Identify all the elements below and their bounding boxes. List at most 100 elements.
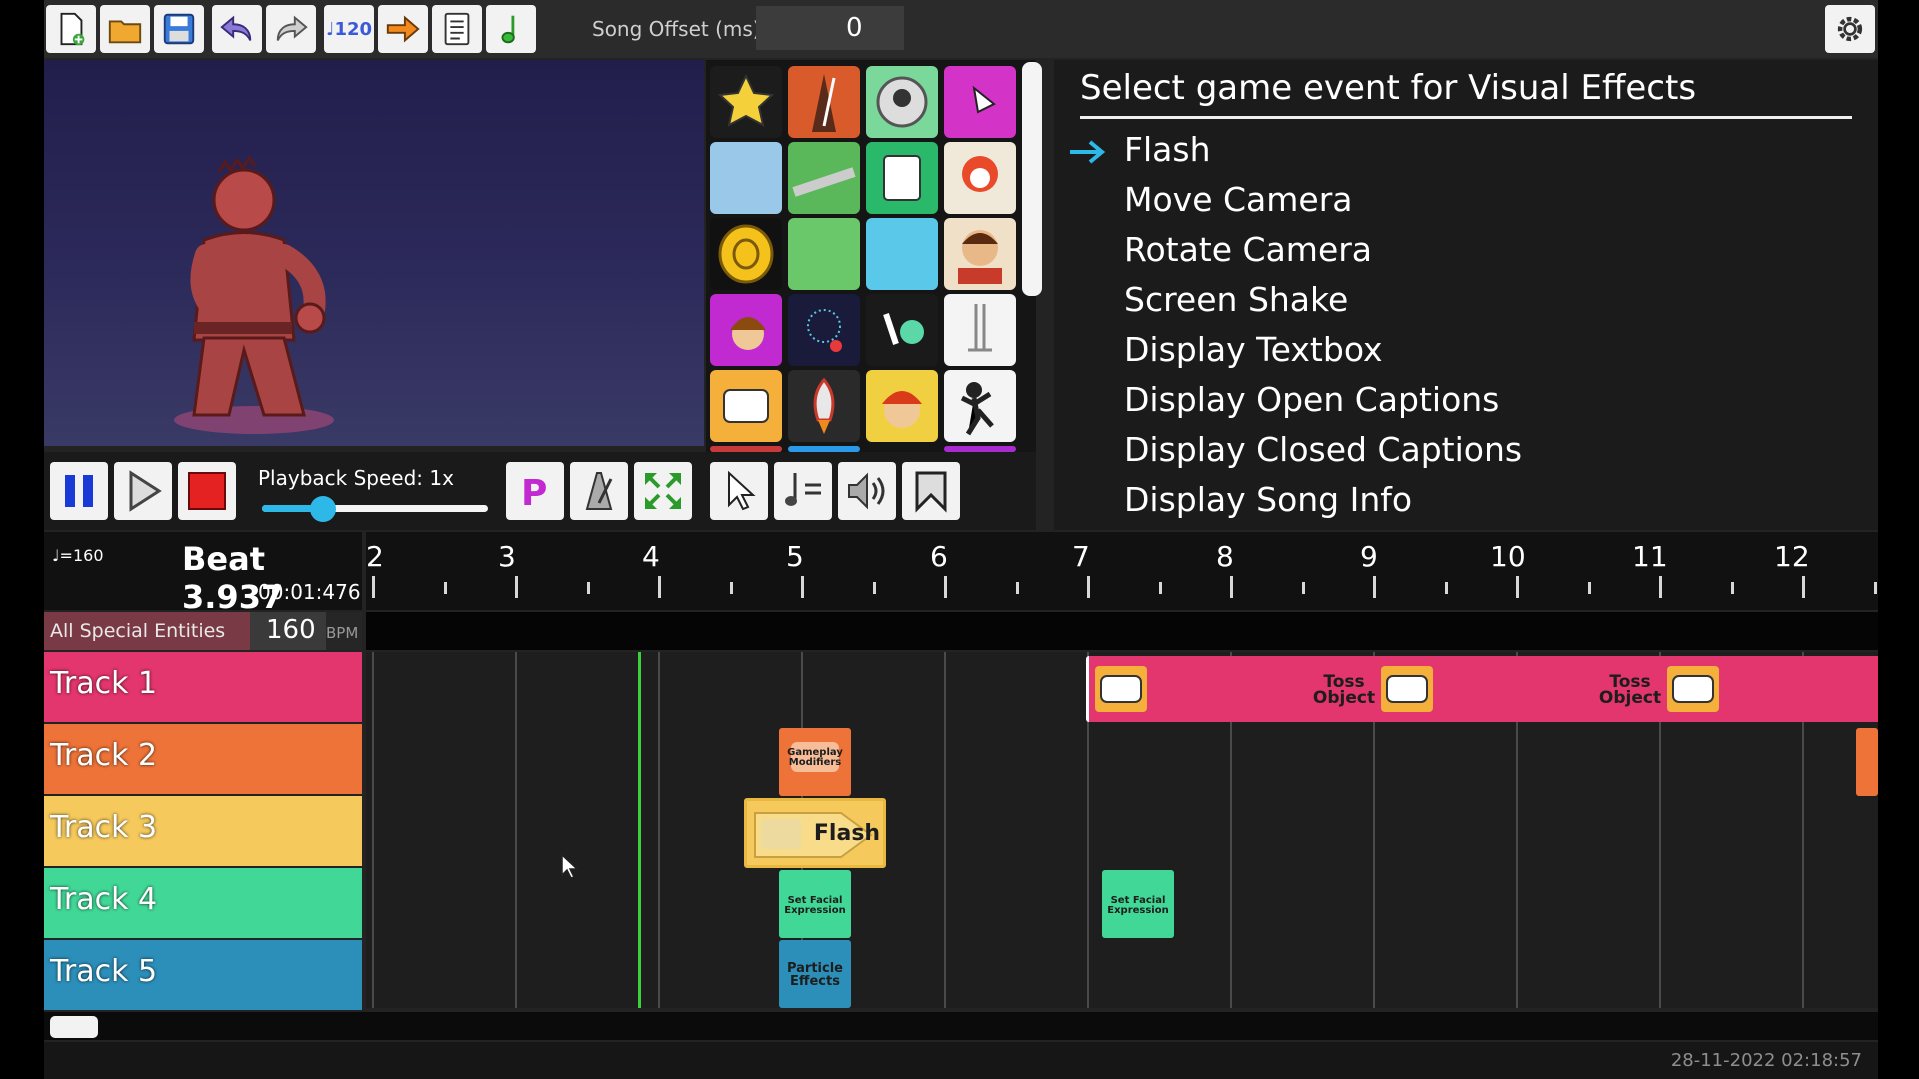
game-tile-map-icon[interactable] — [710, 142, 782, 214]
game-tile-dancer-icon[interactable] — [944, 370, 1016, 442]
open-folder-button[interactable] — [100, 5, 150, 53]
track-label-2[interactable]: Track 2 — [44, 724, 362, 794]
music-note-button[interactable] — [486, 5, 536, 53]
event-item-display-closed-captions[interactable]: Display Closed Captions — [1124, 430, 1522, 469]
game-tile-octopus-icon[interactable] — [866, 294, 938, 366]
event-block-set-facial-2[interactable]: Set Facial Expression — [1102, 870, 1174, 938]
jump-arrow-button[interactable] — [378, 5, 428, 53]
playhead-line[interactable] — [638, 652, 641, 1008]
game-tile-plant-icon[interactable] — [788, 218, 860, 290]
save-icon — [163, 13, 195, 45]
save-button[interactable] — [154, 5, 204, 53]
palette-scrollbar[interactable] — [1022, 62, 1042, 296]
game-tile-boy-icon[interactable] — [866, 370, 938, 442]
event-block-particle-effects[interactable]: Particle Effects — [779, 940, 851, 1008]
pause-button[interactable] — [50, 462, 108, 520]
fullscreen-button[interactable] — [634, 462, 692, 520]
event-item-display-textbox[interactable]: Display Textbox — [1124, 330, 1383, 369]
ruler-minor-tick — [1158, 582, 1162, 594]
beat-gridline — [944, 652, 946, 1008]
game-tile-path-icon[interactable] — [788, 142, 860, 214]
event-block-set-facial-1[interactable]: Set Facial Expression — [779, 870, 851, 938]
game-tile-pink-icon[interactable] — [944, 66, 1016, 138]
game-tile-fireworks-icon[interactable] — [788, 294, 860, 366]
ruler-major-tick — [515, 576, 518, 598]
ruler-major-tick — [1373, 576, 1376, 598]
game-tile-girl-icon[interactable] — [710, 294, 782, 366]
timeline-horizontal-scrollbar[interactable] — [44, 1012, 1878, 1040]
game-tile-birds-icon[interactable] — [866, 218, 938, 290]
game-tile-metronome-icon[interactable] — [788, 66, 860, 138]
event-block-toss-object-track-1[interactable]: Toss Object Toss Object — [1086, 656, 1878, 722]
event-block-gameplay-modifiers[interactable]: Gameplay Modifiers — [779, 728, 851, 796]
ruler-number: 4 — [642, 540, 660, 573]
ruler-number: 10 — [1490, 540, 1526, 573]
event-block-track-2-edge[interactable] — [1856, 728, 1878, 796]
event-item-display-open-captions[interactable]: Display Open Captions — [1124, 380, 1499, 419]
play-icon — [129, 470, 162, 512]
undo-button[interactable] — [212, 5, 262, 53]
p-mode-button[interactable]: P — [506, 462, 564, 520]
track-label-3[interactable]: Track 3 — [44, 796, 362, 866]
metronome-button[interactable] — [570, 462, 628, 520]
event-block-flash[interactable]: Flash — [744, 798, 886, 868]
game-tile-star-icon[interactable] — [710, 66, 782, 138]
event-selector-panel: Select game event for Visual Effects Fla… — [1054, 60, 1878, 530]
event-item-screen-shake[interactable]: Screen Shake — [1124, 280, 1348, 319]
event-item-move-camera[interactable]: Move Camera — [1124, 180, 1353, 219]
bpm-input[interactable]: 160 — [250, 612, 326, 650]
event-item-rotate-camera[interactable]: Rotate Camera — [1124, 230, 1372, 269]
properties-button[interactable] — [432, 5, 482, 53]
game-preview[interactable] — [44, 60, 704, 446]
volume-button[interactable] — [838, 462, 896, 520]
special-entities-track[interactable] — [366, 612, 1878, 650]
event-item-flash[interactable]: Flash — [1124, 130, 1210, 169]
bookmark-button[interactable] — [902, 462, 960, 520]
new-file-button[interactable] — [46, 5, 96, 53]
game-tile-drummer-icon[interactable] — [944, 218, 1016, 290]
tempo-change-button[interactable]: ♩120 — [324, 5, 374, 53]
game-tile-camera-icon[interactable] — [866, 66, 938, 138]
ruler-minor-tick — [1873, 582, 1877, 594]
tracks-area[interactable]: Toss Object Toss Object Gameplay Modifie… — [366, 652, 1878, 1008]
track-label-4[interactable]: Track 4 — [44, 868, 362, 938]
song-offset-input[interactable]: 0 — [756, 6, 904, 50]
play-button[interactable] — [114, 462, 172, 520]
settings-button[interactable] — [1825, 5, 1875, 53]
stop-icon — [188, 472, 226, 510]
game-tile-rocket-icon[interactable] — [788, 370, 860, 442]
timeline-scroll-thumb[interactable] — [50, 1016, 98, 1038]
ruler-major-tick — [1659, 576, 1662, 598]
playback-speed-label: Playback Speed: 1x — [258, 466, 454, 490]
ruler-number: 6 — [930, 540, 948, 573]
select-cursor-icon — [728, 470, 756, 511]
timeline-ruler[interactable]: 2 3 4 5 6 7 8 9 10 11 12 — [366, 532, 1878, 610]
game-tile-toss-icon[interactable] — [710, 370, 782, 442]
flash-label: Flash — [813, 821, 881, 846]
game-tile-clown-icon[interactable] — [944, 142, 1016, 214]
game-tile-tower-icon[interactable] — [944, 294, 1016, 366]
gameplay-modifiers-label: Gameplay Modifiers — [787, 747, 843, 768]
metronome-icon — [585, 472, 613, 510]
gear-icon — [1837, 16, 1863, 42]
track-label-1[interactable]: Track 1 — [44, 652, 362, 722]
ruler-minor-tick — [1301, 582, 1305, 594]
set-facial-label-1: Set Facial Expression — [784, 895, 846, 916]
track-label-5[interactable]: Track 5 — [44, 940, 362, 1010]
playback-speed-handle[interactable] — [310, 496, 337, 522]
redo-button[interactable] — [266, 5, 316, 53]
ruler-major-tick — [1516, 576, 1519, 598]
game-tile-card-icon[interactable] — [866, 142, 938, 214]
particle-effects-label: Particle Effects — [786, 961, 843, 989]
toss-object-icon — [1095, 666, 1147, 712]
editor-window: ♩120 Song Offset (ms) 0 Playback Speed: … — [44, 0, 1878, 1079]
tempo-tool-button[interactable] — [774, 462, 832, 520]
ruler-minor-tick — [729, 582, 733, 594]
stop-button[interactable] — [178, 462, 236, 520]
select-cursor-button[interactable] — [710, 462, 768, 520]
event-item-display-song-info[interactable]: Display Song Info — [1124, 480, 1412, 519]
tempo-readout: ♩=160 — [52, 546, 104, 565]
game-tile-coin-icon[interactable] — [710, 218, 782, 290]
playback-speed-slider[interactable] — [262, 505, 488, 512]
special-entities-label[interactable]: All Special Entities — [44, 612, 250, 650]
